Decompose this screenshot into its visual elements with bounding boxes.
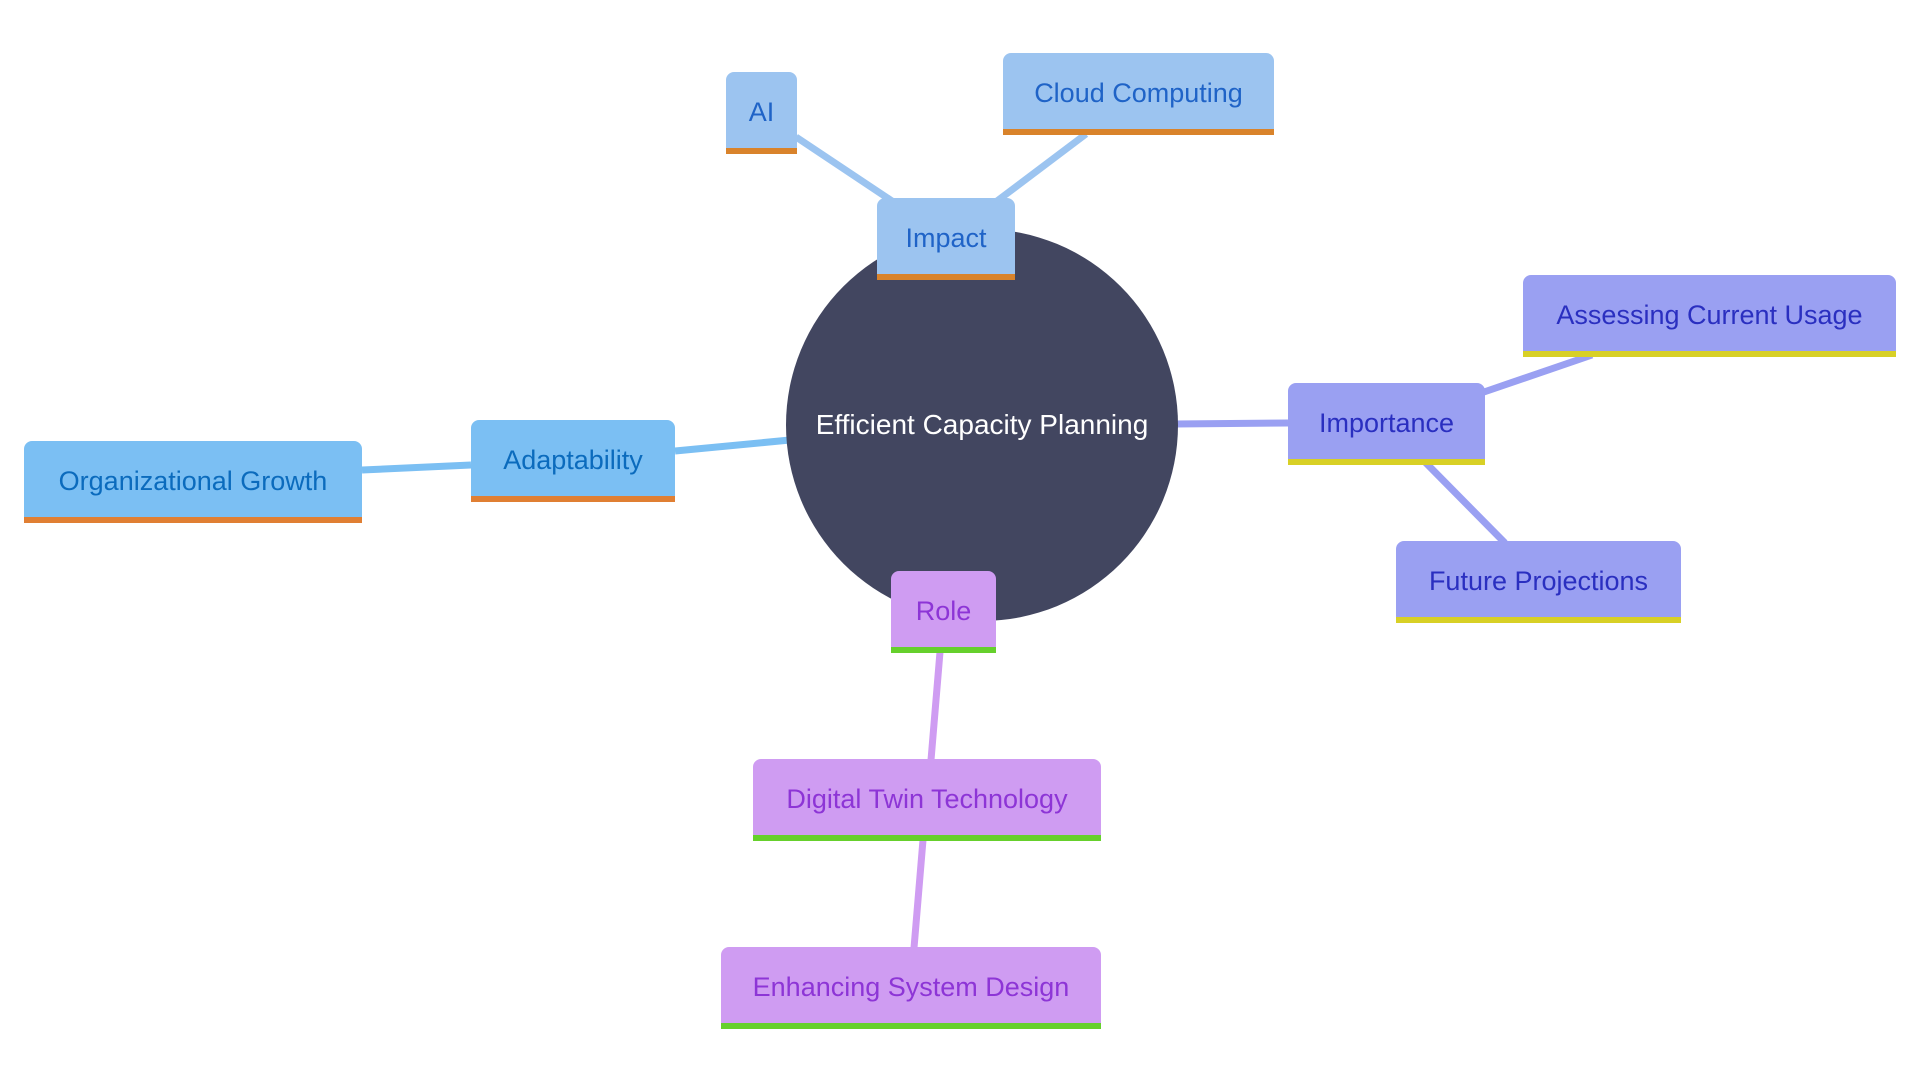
- edge-importance-assessing: [1482, 351, 1594, 396]
- node-enhancing-system-design[interactable]: Enhancing System Design: [721, 947, 1101, 1029]
- node-adaptability[interactable]: Adaptability: [471, 420, 675, 502]
- edge-impact-ai: [794, 134, 894, 204]
- edge-root-adaptability: [674, 436, 791, 455]
- node-impact-label: Impact: [905, 222, 987, 253]
- node-digital-twin-technology-label: Digital Twin Technology: [786, 783, 1068, 814]
- node-importance-label: Importance: [1318, 407, 1455, 438]
- edge-importance-future: [1422, 459, 1508, 546]
- node-assessing-current-usage[interactable]: Assessing Current Usage: [1523, 275, 1896, 357]
- node-ai[interactable]: AI: [726, 72, 797, 154]
- edge-adaptability-org: [361, 461, 472, 474]
- node-cloud-computing-label: Cloud Computing: [1034, 77, 1243, 108]
- edge-digital-enhancing: [910, 839, 927, 949]
- node-role-label: Role: [915, 595, 972, 626]
- root-node[interactable]: Efficient Capacity Planning: [786, 229, 1178, 621]
- node-organizational-growth[interactable]: Organizational Growth: [24, 441, 362, 523]
- node-adaptability-label: Adaptability: [503, 444, 643, 475]
- node-digital-twin-technology[interactable]: Digital Twin Technology: [753, 759, 1101, 841]
- edge-root-importance: [1174, 419, 1289, 428]
- node-assessing-current-usage-label: Assessing Current Usage: [1556, 299, 1863, 330]
- node-organizational-growth-label: Organizational Growth: [58, 465, 328, 496]
- node-importance[interactable]: Importance: [1288, 383, 1485, 465]
- edge-role-digital: [927, 651, 944, 761]
- node-enhancing-system-design-label: Enhancing System Design: [752, 971, 1070, 1002]
- node-ai-label: AI: [748, 96, 775, 127]
- node-impact[interactable]: Impact: [877, 198, 1015, 280]
- node-future-projections[interactable]: Future Projections: [1396, 541, 1681, 623]
- root-label: Efficient Capacity Planning: [815, 409, 1149, 440]
- node-cloud-computing[interactable]: Cloud Computing: [1003, 53, 1274, 135]
- edge-impact-cloud: [994, 131, 1089, 204]
- node-role[interactable]: Role: [891, 571, 996, 653]
- node-future-projections-label: Future Projections: [1428, 565, 1649, 596]
